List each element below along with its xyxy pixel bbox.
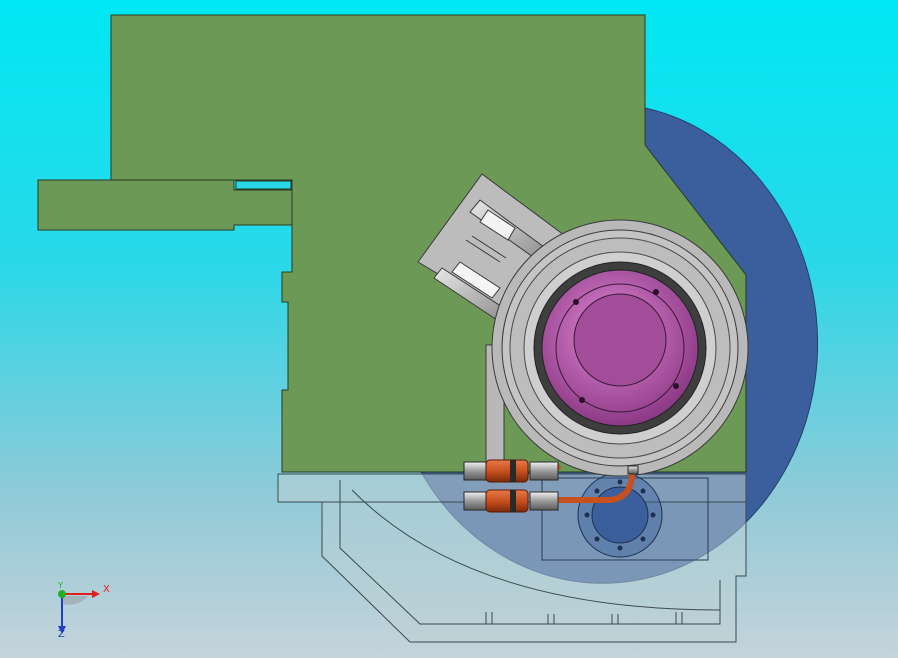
arm-slot [235,180,292,190]
z-axis-label: Z [58,629,65,640]
cad-3d-viewport[interactable]: X Y Z [0,0,898,658]
y-axis-dot [58,590,66,598]
cad-model-drawing[interactable] [0,0,898,658]
x-axis-label: X [103,584,110,595]
y-axis-label: Y [58,581,63,590]
axis-triad [58,590,100,634]
x-axis-arrowhead [92,590,100,598]
